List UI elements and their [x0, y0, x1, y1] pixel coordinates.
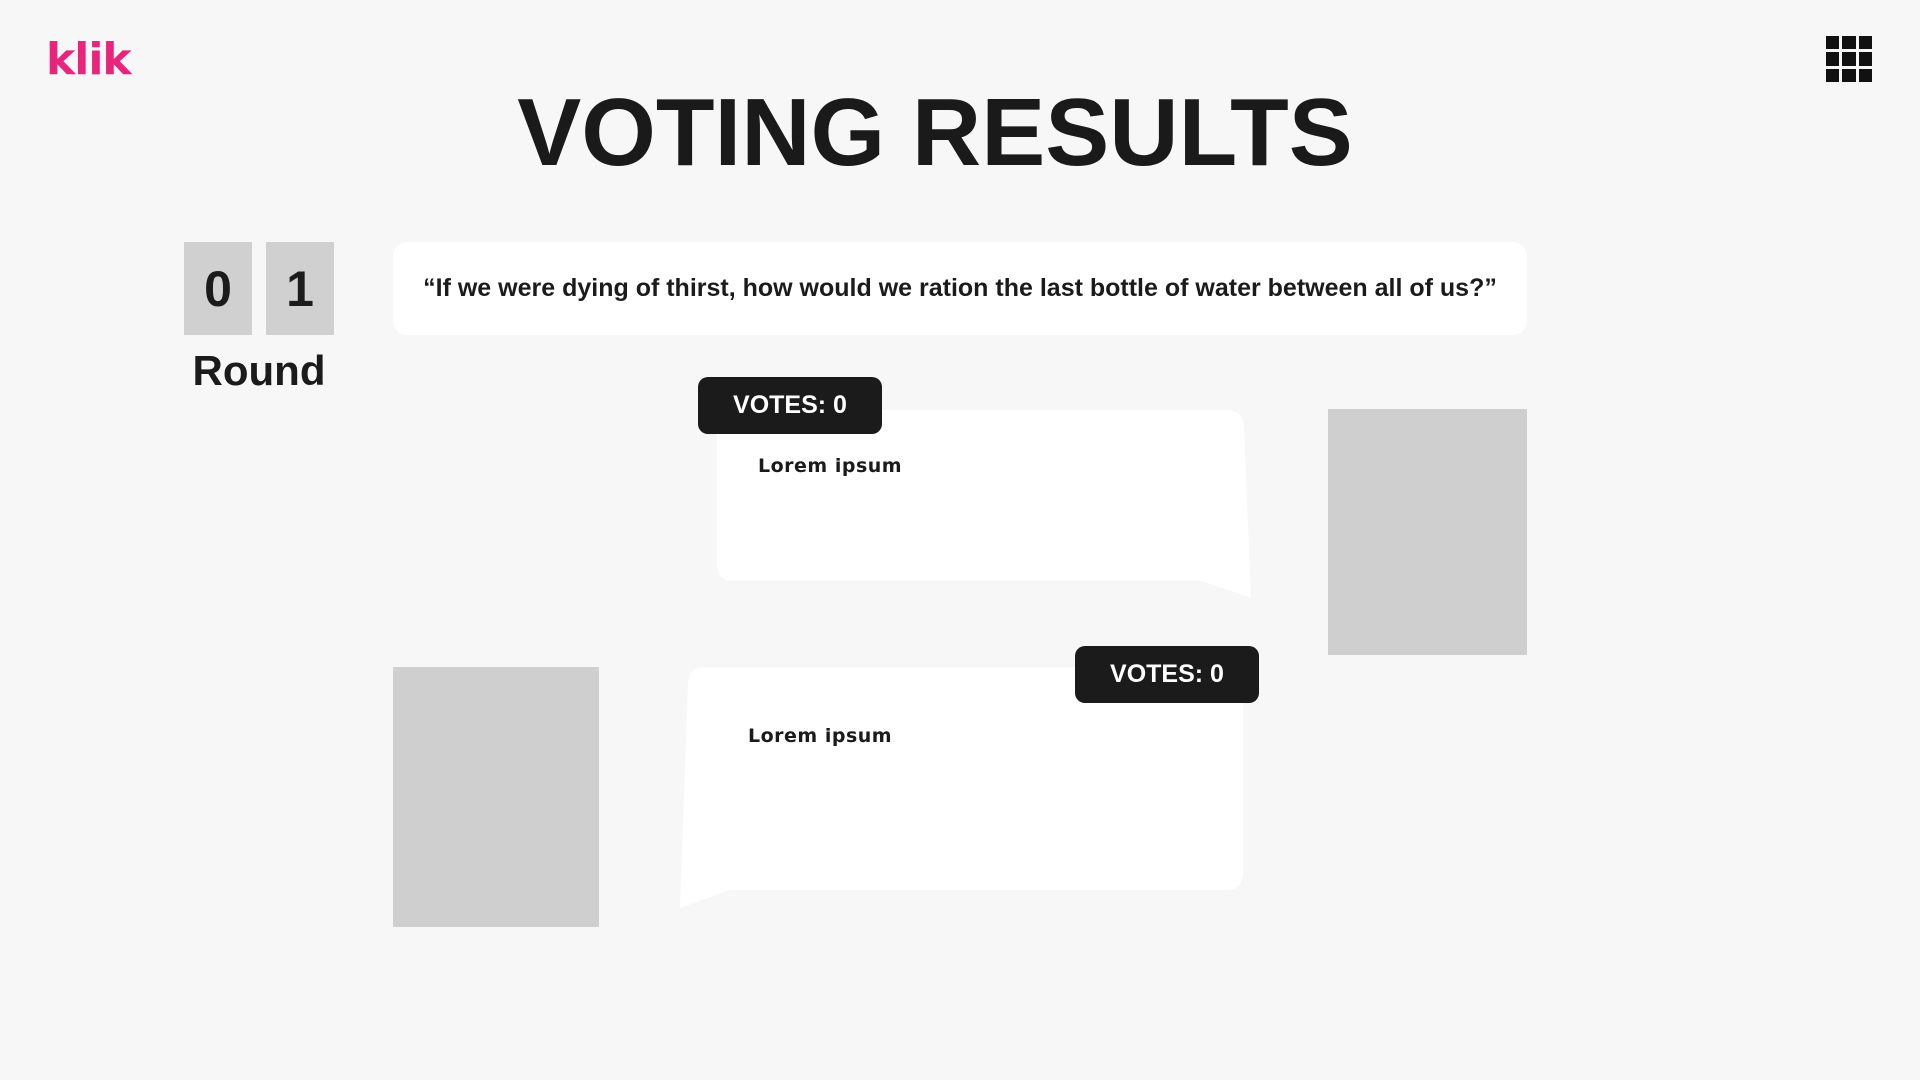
votes-badge-1: VOTES: 0: [698, 377, 882, 434]
answer-text-2: Lorem ipsum: [748, 725, 893, 747]
votes-badge-2: VOTES: 0: [1075, 646, 1259, 703]
answer-bubble-1: [717, 410, 1251, 598]
answer-text-1: Lorem ipsum: [758, 455, 903, 477]
avatar-placeholder-1: [1328, 409, 1527, 655]
speech-bubbles: [680, 410, 1251, 908]
answer-bubble-2: [680, 667, 1243, 908]
avatar-placeholder-2: [393, 667, 599, 927]
